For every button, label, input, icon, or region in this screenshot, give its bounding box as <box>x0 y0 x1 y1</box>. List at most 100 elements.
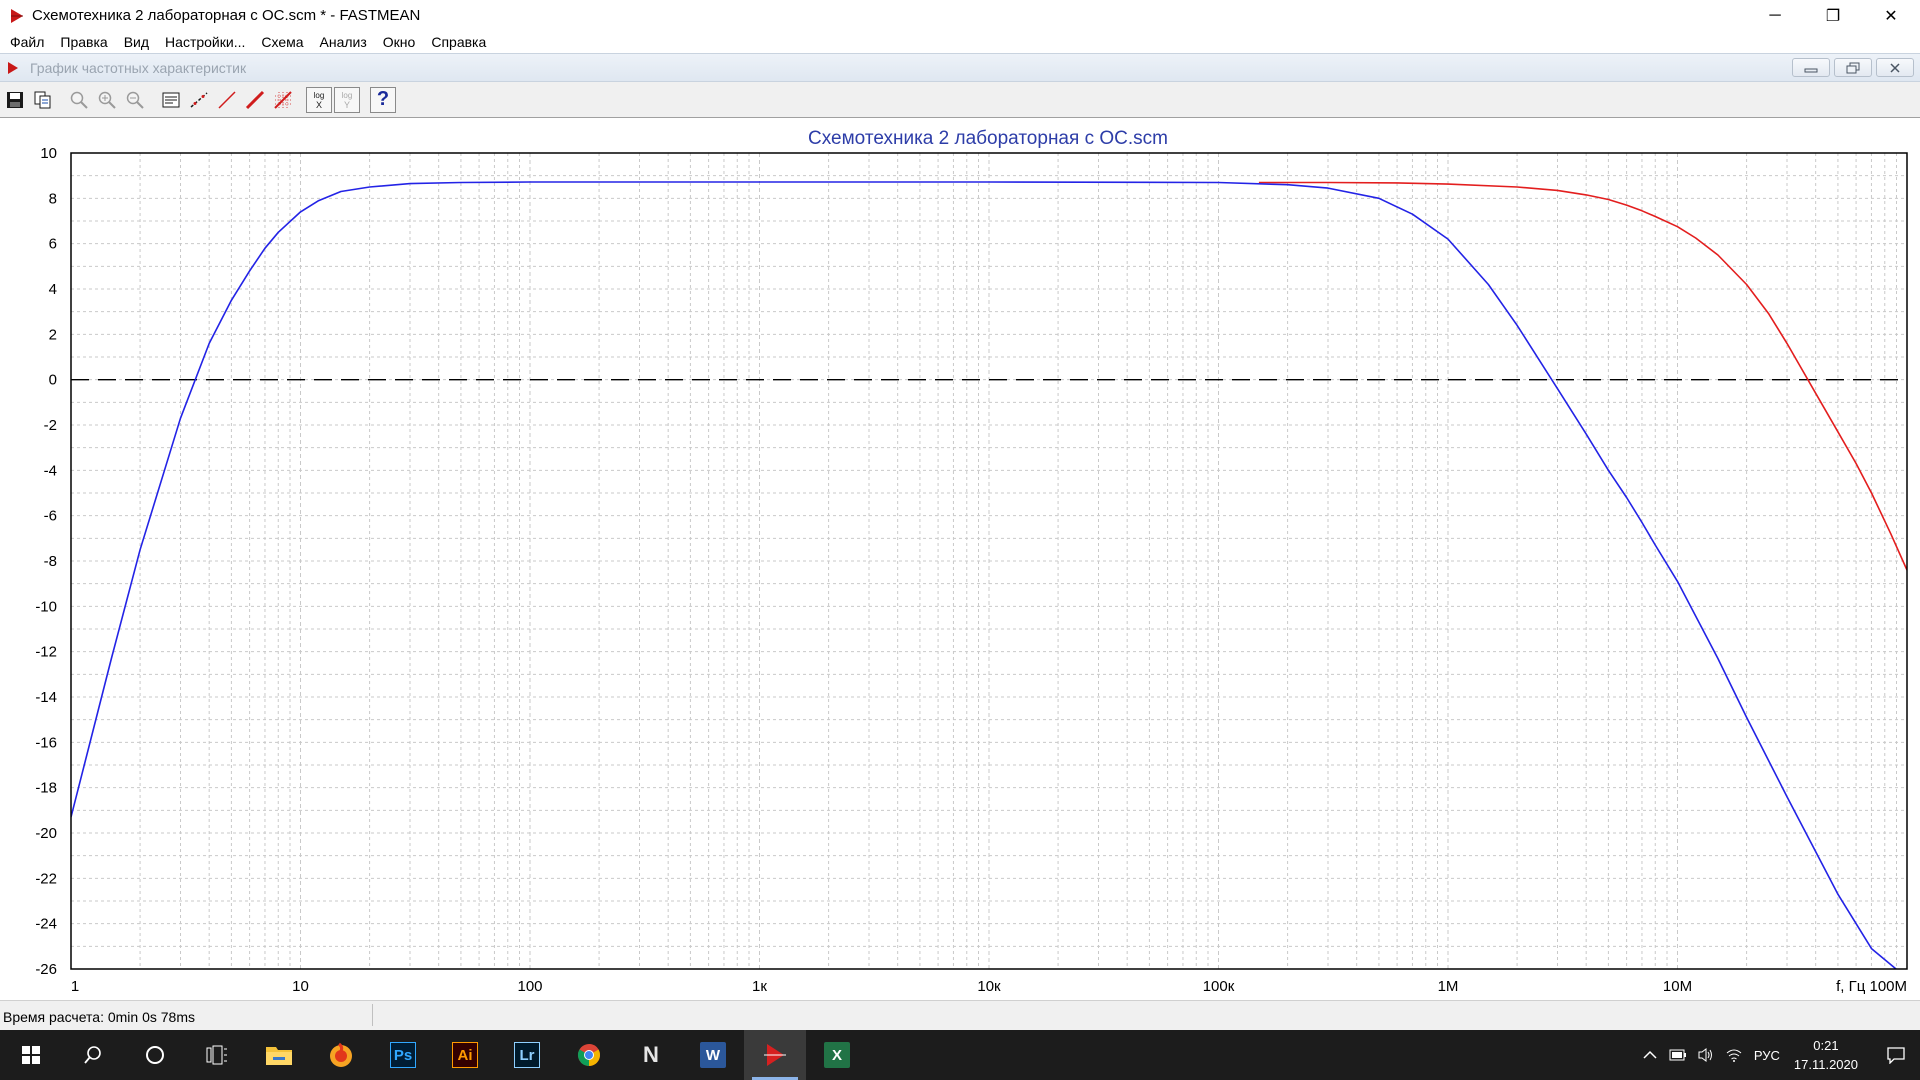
y-tick-label: -22 <box>35 870 57 887</box>
zoom-out-icon[interactable] <box>122 87 148 113</box>
child-close-button[interactable] <box>1876 58 1914 77</box>
log-x-label: log <box>314 91 325 100</box>
chart-svg: Схемотехника 2 лабораторная с ОС.scm 108… <box>35 128 1908 995</box>
taskbar-app-word[interactable]: W <box>682 1030 744 1080</box>
y-tick-label: -16 <box>35 734 57 751</box>
log-x-axis-label: X <box>316 100 322 110</box>
menu-settings[interactable]: Настройки... <box>157 31 253 53</box>
legend-icon[interactable] <box>158 87 184 113</box>
window-title: Схемотехника 2 лабораторная с ОС.scm * -… <box>32 7 421 24</box>
battery-icon[interactable] <box>1664 1049 1692 1061</box>
y-tick-label: -8 <box>44 553 57 570</box>
task-view-icon[interactable] <box>186 1030 248 1080</box>
child-window-title: График частотных характеристик <box>30 59 247 76</box>
volume-icon[interactable] <box>1692 1047 1720 1063</box>
y-tick-label: 2 <box>49 326 57 343</box>
calculation-time-status: Время расчета: 0min 0s 78ms <box>3 1009 196 1025</box>
x-tick-label: 10к <box>977 978 1001 995</box>
system-tray: РУС 0:21 17.11.2020 <box>1636 1030 1920 1080</box>
notification-center-icon[interactable] <box>1872 1030 1920 1080</box>
cortana-icon[interactable] <box>124 1030 186 1080</box>
taskbar-app-illustrator[interactable]: Ai <box>434 1030 496 1080</box>
y-tick-label: -2 <box>44 417 57 434</box>
graph-toolbar: log X log Y ? <box>0 82 1920 118</box>
search-icon[interactable] <box>62 1030 124 1080</box>
y-tick-label: -24 <box>35 916 57 933</box>
grid-line-icon[interactable] <box>270 87 296 113</box>
series-line-0 <box>1258 181 1907 571</box>
chrome-icon <box>578 1044 600 1066</box>
x-axis-end-label: f, Гц 100М <box>1836 978 1907 995</box>
zoom-icon[interactable] <box>66 87 92 113</box>
y-tick-label: -20 <box>35 825 57 842</box>
taskbar-app-lightroom[interactable]: Lr <box>496 1030 558 1080</box>
log-x-toggle[interactable]: log X <box>306 86 332 113</box>
log-y-label: log <box>342 91 353 100</box>
menu-file[interactable]: Файл <box>2 31 52 53</box>
window-titlebar: Схемотехника 2 лабораторная с ОС.scm * -… <box>0 0 1920 31</box>
menu-scheme[interactable]: Схема <box>253 31 311 53</box>
input-language-indicator[interactable]: РУС <box>1754 1048 1780 1063</box>
y-tick-label: -18 <box>35 780 57 797</box>
taskbar-app-file-explorer[interactable] <box>248 1030 310 1080</box>
fastmean-app-icon[interactable] <box>6 5 28 27</box>
y-tick-labels: 10 8 6 4 2 0 -2 -4 -6 -8 -10 -12 -14 -16 -18 -20 -22 -24 -… <box>35 145 57 978</box>
fastmean-taskbar-icon <box>764 1044 786 1066</box>
x-tick-labels: 1 10 100 1к 10к 100к 1М 10М f, Гц 100М <box>71 978 1907 995</box>
y-tick-label: -26 <box>35 961 57 978</box>
menu-edit[interactable]: Правка <box>52 31 115 53</box>
close-button[interactable]: ✕ <box>1862 0 1920 31</box>
minimize-button[interactable]: ─ <box>1746 0 1804 31</box>
folder-icon <box>266 1047 292 1065</box>
taskbar-app-yandex-browser[interactable] <box>310 1030 372 1080</box>
thin-line-icon[interactable] <box>214 87 240 113</box>
chevron-up-icon[interactable] <box>1636 1050 1664 1060</box>
y-tick-label: 4 <box>49 281 57 298</box>
log-y-axis-label: Y <box>344 100 350 110</box>
menu-help[interactable]: Справка <box>423 31 494 53</box>
clock-date: 17.11.2020 <box>1793 1057 1858 1072</box>
x-tick-label: 1М <box>1438 978 1459 995</box>
yandex-browser-icon <box>330 1042 352 1067</box>
taskbar-app-n-app[interactable]: N <box>620 1030 682 1080</box>
copy-icon[interactable] <box>30 87 56 113</box>
menu-view[interactable]: Вид <box>116 31 157 53</box>
wifi-icon[interactable] <box>1720 1047 1748 1063</box>
menu-analysis[interactable]: Анализ <box>312 31 375 53</box>
taskbar-app-fastmean[interactable] <box>744 1030 806 1080</box>
status-divider <box>372 1004 373 1026</box>
taskbar-app-photoshop[interactable]: Ps <box>372 1030 434 1080</box>
child-minimize-button[interactable] <box>1792 58 1830 77</box>
restore-button[interactable]: ❐ <box>1804 0 1862 31</box>
log-y-toggle[interactable]: log Y <box>334 86 360 113</box>
thick-line-icon[interactable] <box>242 87 268 113</box>
child-window-controls <box>1792 58 1914 77</box>
x-tick-label: 1 <box>71 978 79 995</box>
clock-time: 0:21 <box>1813 1038 1839 1053</box>
x-tick-label: 1к <box>752 978 767 995</box>
menu-window[interactable]: Окно <box>375 31 424 53</box>
help-glyph: ? <box>376 88 390 110</box>
menu-bar: Файл Правка Вид Настройки... Схема Анали… <box>0 31 1920 53</box>
markers-line-icon[interactable] <box>186 87 212 113</box>
chart-grid <box>70 152 1907 970</box>
child-restore-button[interactable] <box>1834 58 1872 77</box>
y-tick-label: -10 <box>35 598 57 615</box>
x-tick-label: 100к <box>1203 978 1235 995</box>
zoom-in-icon[interactable] <box>94 87 120 113</box>
save-icon[interactable] <box>2 87 28 113</box>
y-tick-label: -14 <box>35 689 57 706</box>
fastmean-child-icon <box>4 59 22 77</box>
taskbar-app-chrome[interactable] <box>558 1030 620 1080</box>
x-tick-label: 100 <box>517 978 542 995</box>
x-tick-label: 10М <box>1663 978 1692 995</box>
frequency-response-chart[interactable]: Схемотехника 2 лабораторная с ОС.scm 10 8… <box>0 119 1920 1000</box>
start-button[interactable] <box>0 1030 62 1080</box>
taskbar-app-excel[interactable]: X <box>806 1030 868 1080</box>
y-tick-label: 0 <box>49 372 57 389</box>
taskbar-clock[interactable]: 0:21 17.11.2020 <box>1794 1036 1858 1074</box>
illustrator-icon: Ai <box>452 1042 478 1068</box>
y-tick-label: -12 <box>35 644 57 661</box>
help-icon[interactable]: ? <box>370 86 396 113</box>
status-bar: Время расчета: 0min 0s 78ms <box>0 1000 1920 1030</box>
